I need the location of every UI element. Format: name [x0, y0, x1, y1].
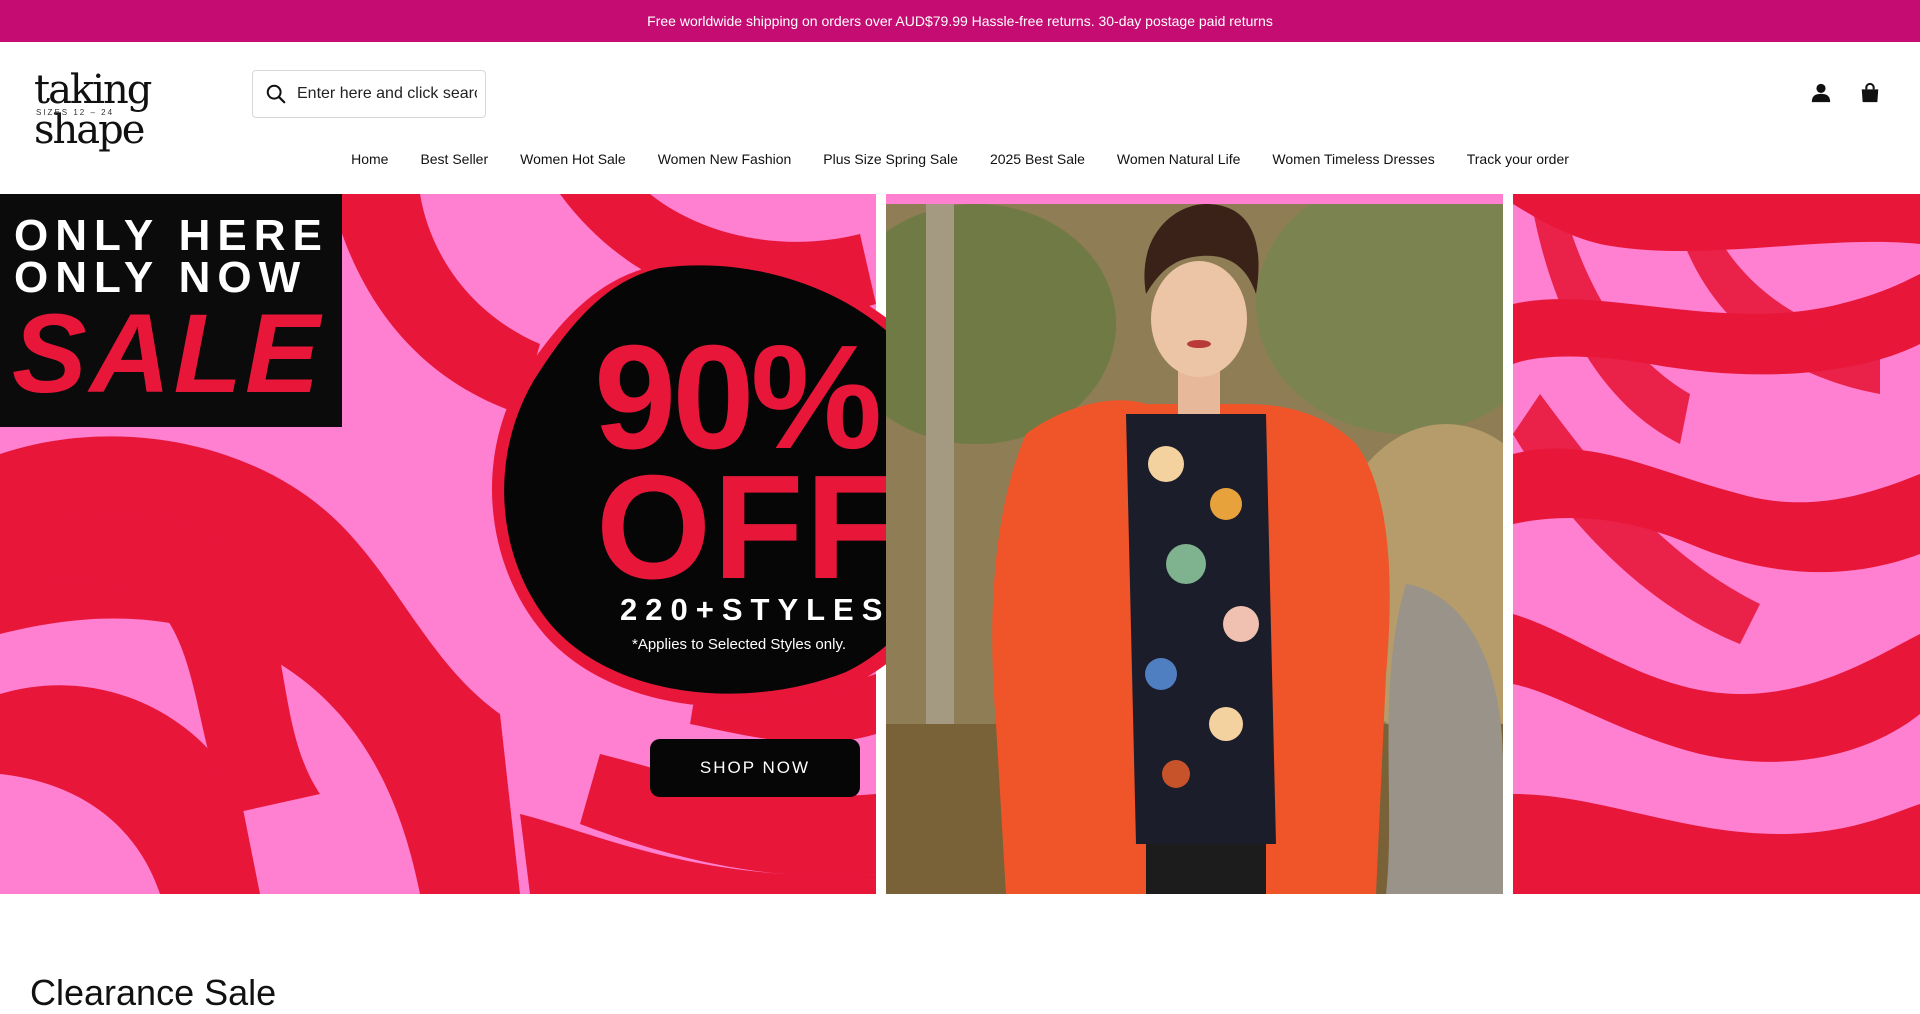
announcement-text: Free worldwide shipping on orders over A…: [647, 13, 1273, 29]
nav-women-natural-life[interactable]: Women Natural Life: [1101, 151, 1256, 167]
nav-home[interactable]: Home: [335, 151, 404, 167]
hero-banner[interactable]: ONLY HERE ONLY NOW SALE 90% OFF 220+STYL…: [0, 194, 1920, 894]
nav-best-seller[interactable]: Best Seller: [404, 151, 504, 167]
discount-off: OFF: [596, 445, 898, 610]
headline-line1: ONLY HERE: [14, 211, 329, 260]
nav-women-timeless-dresses[interactable]: Women Timeless Dresses: [1256, 151, 1450, 167]
section-heading: Clearance Sale: [30, 972, 277, 1013]
site-header: taking shape SIZES 12 – 24: [0, 42, 1920, 150]
user-icon[interactable]: [1810, 82, 1832, 104]
search-box[interactable]: [252, 70, 486, 118]
nav-track-order[interactable]: Track your order: [1451, 151, 1585, 167]
nav-plus-size-spring-sale[interactable]: Plus Size Spring Sale: [807, 151, 974, 167]
nav-women-new-fashion[interactable]: Women New Fashion: [642, 151, 808, 167]
logo-tagline: SIZES 12 – 24: [36, 108, 115, 117]
shopping-bag-icon[interactable]: [1859, 82, 1881, 104]
headline-sale: SALE: [12, 291, 323, 416]
search-icon[interactable]: [265, 83, 287, 105]
model-illustration: [886, 204, 1503, 894]
shop-now-button[interactable]: SHOP NOW: [650, 739, 860, 797]
nav-2025-best-sale[interactable]: 2025 Best Sale: [974, 151, 1101, 167]
model-photo: [886, 204, 1503, 894]
styles-count: 220+STYLES*: [620, 592, 911, 627]
logo[interactable]: taking shape SIZES 12 – 24: [34, 70, 219, 150]
styles-note: *Applies to Selected Styles only.: [632, 636, 847, 653]
search-input[interactable]: [297, 85, 477, 103]
announcement-bar: Free worldwide shipping on orders over A…: [0, 0, 1920, 42]
nav-women-hot-sale[interactable]: Women Hot Sale: [504, 151, 642, 167]
sale-headline-box: ONLY HERE ONLY NOW SALE: [0, 194, 342, 427]
